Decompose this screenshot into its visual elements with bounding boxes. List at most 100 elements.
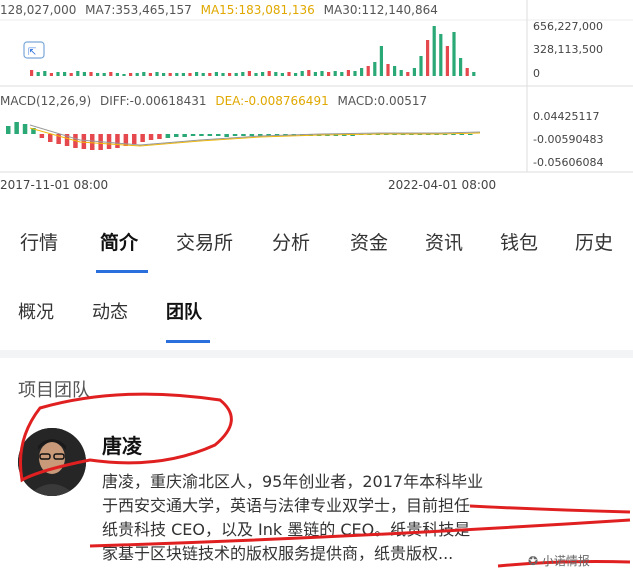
volume-bar [366,66,370,76]
macd-bar [148,134,154,140]
price-chart-panel: 128,027,000 MA7:353,465,157 MA15:183,081… [0,0,633,200]
tab-funds[interactable]: 资金 [350,228,388,255]
volume-bar [346,70,350,76]
volume-bar [181,73,185,76]
volume-bars [30,26,476,76]
avatar-portrait [18,428,86,496]
volume-bar [274,72,278,76]
dea-value: DEA:-0.008766491 [215,94,329,108]
volume-bar [472,72,476,76]
macd-bar [165,134,171,138]
volume-bar [426,40,430,76]
volume-bar [96,73,100,76]
tab-wallet[interactable]: 钱包 [500,228,538,255]
macd-bar [232,134,238,136]
volume-bar [254,73,258,76]
tab-market[interactable]: 行情 [20,228,58,255]
macd-axis-min: -0.05606084 [533,156,604,169]
volume-bar [432,26,436,76]
volume-bar [419,56,423,76]
macd-bar [190,134,196,136]
macd-bars [6,122,473,150]
volume-bar [379,46,383,76]
macd-bar [157,134,162,139]
macd-bar [249,134,255,136]
volume-bar [162,73,166,76]
volume-bar [459,58,463,76]
volume-axis-max: 656,227,000 [533,20,603,33]
volume-axis-mid: 328,113,500 [533,43,603,56]
volume-bar [287,72,291,76]
wechat-icon: ✪ [528,554,542,568]
macd-bar [182,134,187,137]
bio-line-1: 唐凌，重庆渝北区人，95年创业者，2017年本科毕业 [102,472,484,491]
macd-bar [90,134,95,150]
volume-bar [56,72,60,76]
watermark: ✪ 小诺情报 [528,552,590,569]
macd-bar [207,134,213,136]
volume-bar [109,72,113,76]
volume-bar [69,73,73,76]
volume-bar [234,73,238,76]
macd-bar [174,134,179,137]
tab-exchange[interactable]: 交易所 [176,228,233,255]
member-name: 唐凌 [102,434,142,458]
volume-bar [102,73,106,76]
volume-bar [300,71,304,76]
volume-bar [320,71,324,76]
macd-axis-max: 0.04425117 [533,110,600,123]
volume-bar [294,73,298,76]
volume-bar [175,73,179,76]
volume-bar [247,71,251,76]
volume-bar [307,70,311,76]
volume-bar [452,32,456,76]
macd-bar [241,134,246,136]
macd-bar [6,126,11,134]
tab-intro[interactable]: 简介 [100,228,138,255]
volume-bar [188,73,192,76]
tab-news[interactable]: 资讯 [425,228,463,255]
volume-bar [49,73,53,76]
macd-bar [106,134,112,149]
tab-history[interactable]: 历史 [575,228,613,255]
bio-line-2: 于西安交通大学，英语与法律专业双学士，目前担任 [102,496,471,515]
volume-bar [155,72,159,76]
volume-bar [465,68,469,76]
volume-bar [261,72,265,76]
subtab-team[interactable]: 团队 [166,298,202,324]
volume-bar [393,66,397,76]
macd-bar [115,134,120,148]
volume-bar [195,72,199,76]
volume-bar [63,72,67,76]
macd-params: MACD(12,26,9) [0,94,92,108]
volume-bar [135,73,139,76]
subtab-updates[interactable]: 动态 [92,298,128,324]
volume-bar [445,46,449,76]
macd-bar [224,134,229,137]
volume-bar [115,73,119,76]
macd-bar [459,134,465,135]
volume-bar [412,68,416,76]
subtab-overview[interactable]: 概况 [18,298,54,324]
macd-bar [132,134,137,144]
volume-bar [148,73,152,76]
volume-axis-min: 0 [533,67,540,80]
volume-bar [168,73,172,76]
macd-bar [216,134,221,136]
volume-bar [340,72,344,76]
sub-tab-bar: 概况 动态 团队 [0,288,633,348]
macd-bar [199,134,204,136]
volume-bar [228,73,232,76]
macd-axis-mid: -0.00590483 [533,133,604,146]
volume-bar [82,72,86,76]
macd-bar [468,134,473,135]
main-tab-bar: 行情 简介 交易所 分析 资金 资讯 钱包 历史 [0,212,633,273]
section-title: 项目团队 [18,380,90,401]
volume-bar [43,71,47,76]
avatar[interactable] [18,428,86,496]
macd-bar [140,134,145,142]
tab-analysis[interactable]: 分析 [272,228,310,255]
macd-value: MACD:0.00517 [337,94,428,108]
macd-bar [22,124,28,134]
dea-line [29,127,481,147]
